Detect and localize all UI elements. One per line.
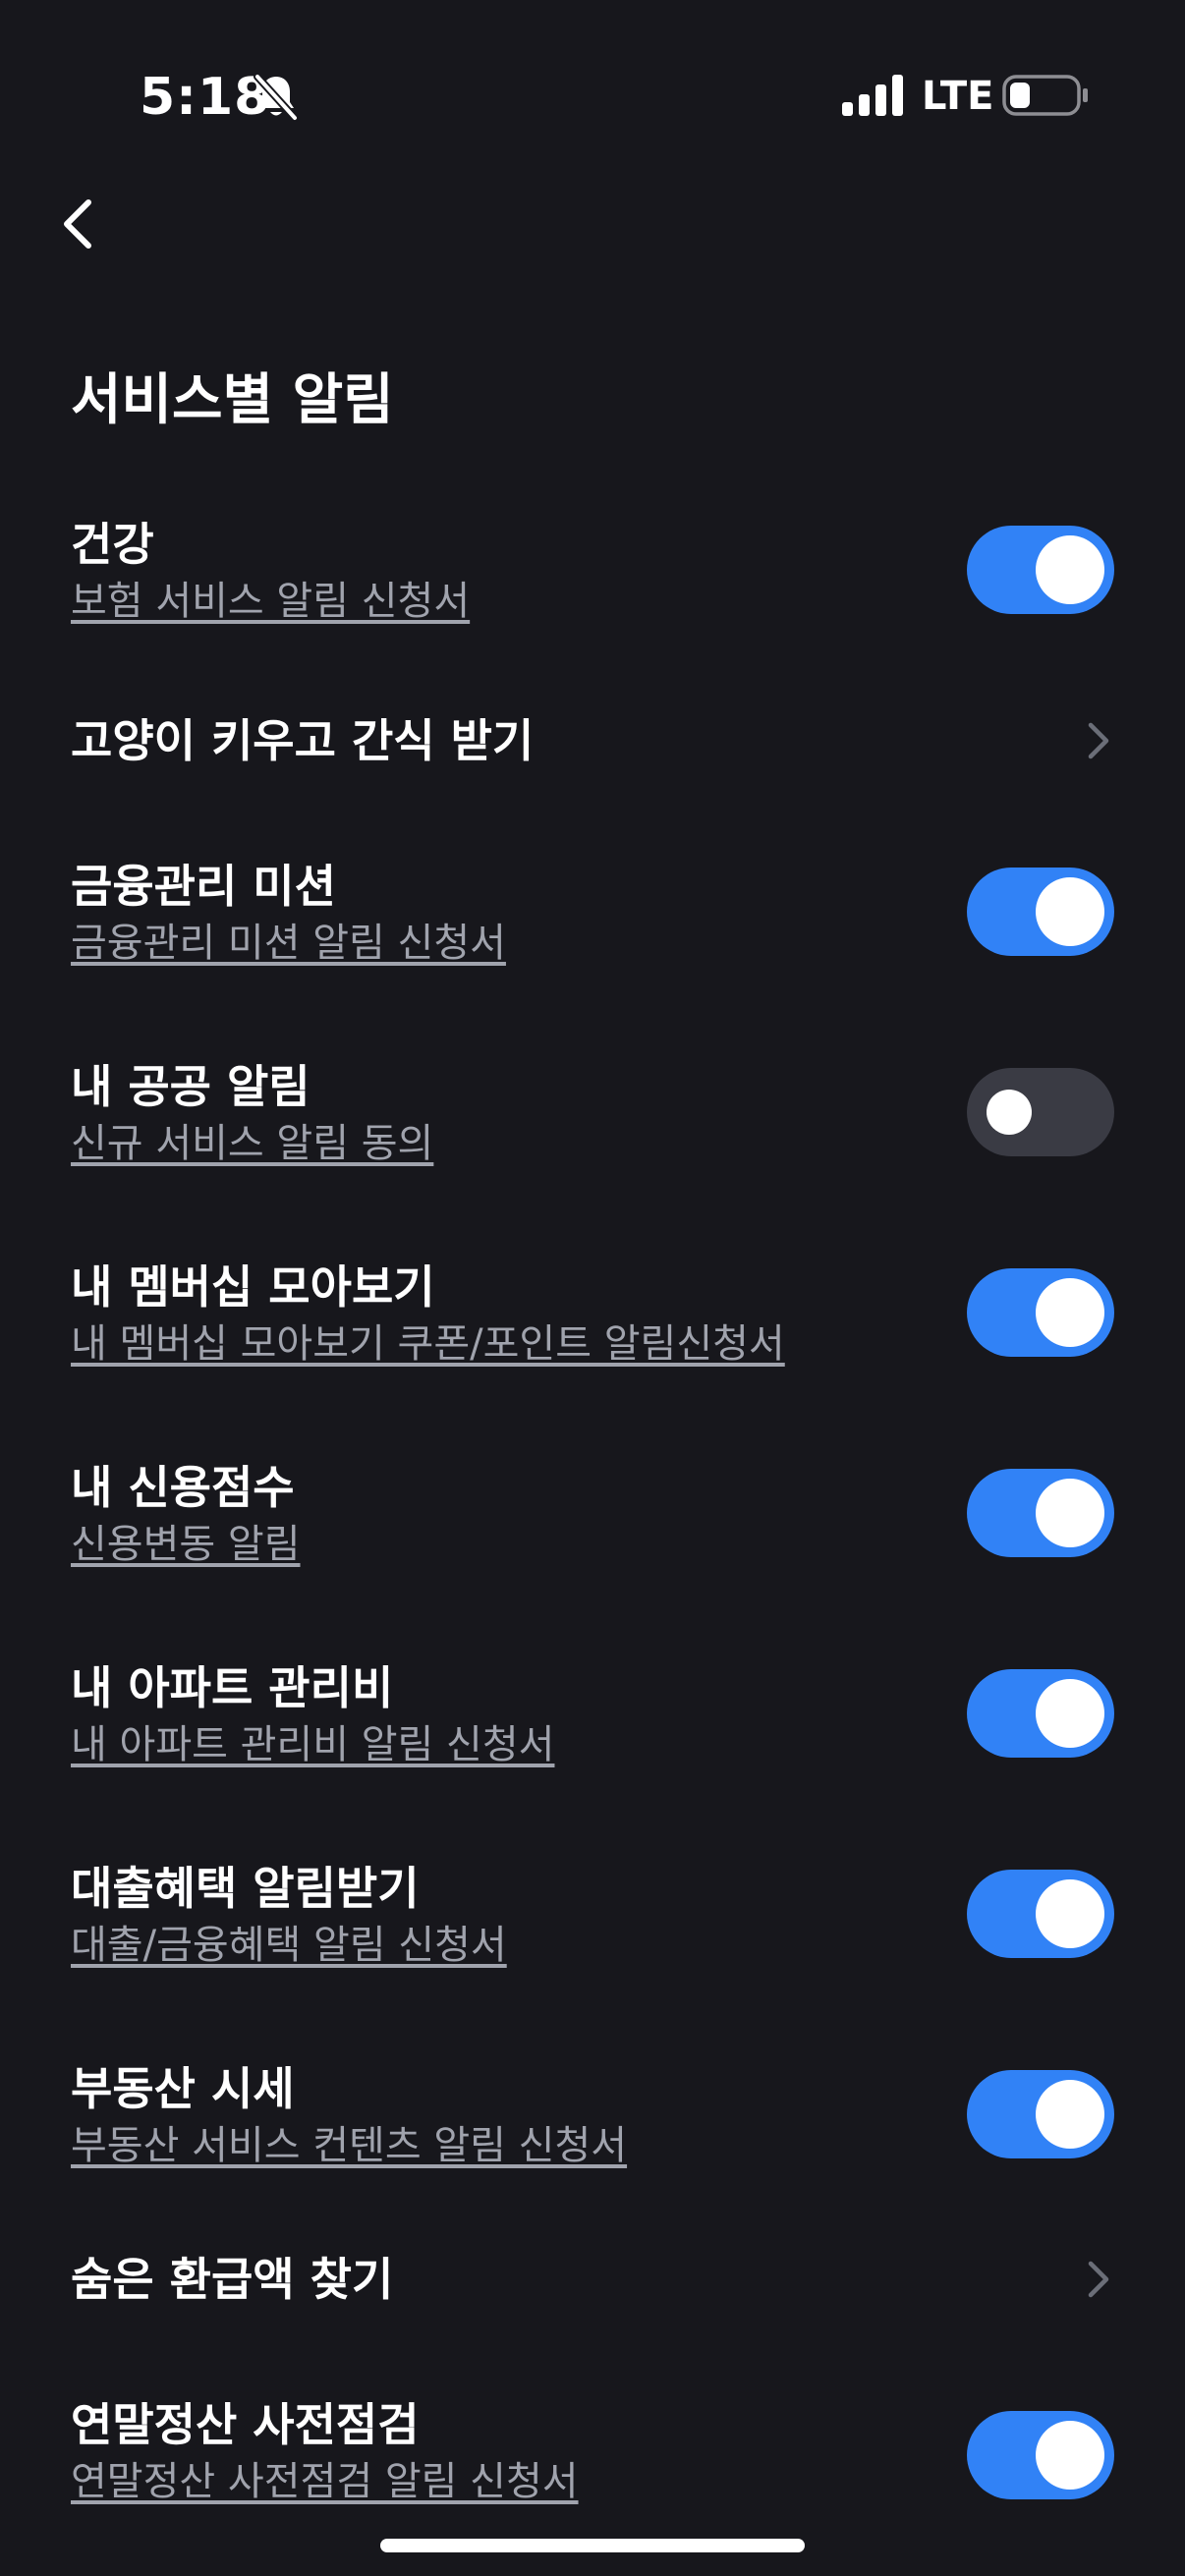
item-title: 내 공공 알림: [71, 1060, 310, 1113]
item-title: 연말정산 사전점검: [71, 2398, 420, 2451]
list-item-credit-score[interactable]: 내 신용점수 신용변동 알림: [0, 1444, 1185, 1592]
item-title: 금융관리 미션: [71, 860, 336, 913]
list-item-year-end-tax[interactable]: 연말정산 사전점검 연말정산 사전점검 알림 신청서: [0, 2381, 1185, 2529]
list-item-real-estate[interactable]: 부동산 시세 부동산 서비스 컨텐츠 알림 신청서: [0, 2045, 1185, 2193]
item-title: 내 아파트 관리비: [71, 1661, 394, 1714]
item-subtitle-link[interactable]: 금융관리 미션 알림 신청서: [71, 916, 506, 971]
item-subtitle-link[interactable]: 신규 서비스 알림 동의: [71, 1116, 433, 1171]
bell-slash-icon: [254, 73, 299, 122]
list-item-membership[interactable]: 내 멤버십 모아보기 내 멤버십 모아보기 쿠폰/포인트 알림신청서: [0, 1244, 1185, 1391]
toggle-switch[interactable]: [967, 1669, 1114, 1758]
item-subtitle-link[interactable]: 연말정산 사전점검 알림 신청서: [71, 2454, 579, 2509]
toggle-switch[interactable]: [967, 1268, 1114, 1357]
signal-icon: [842, 75, 903, 116]
toggle-switch[interactable]: [967, 2070, 1114, 2158]
toggle-switch[interactable]: [967, 1870, 1114, 1958]
home-indicator[interactable]: [380, 2539, 805, 2552]
list-item-loan-benefits[interactable]: 대출혜택 알림받기 대출/금융혜택 알림 신청서: [0, 1845, 1185, 1992]
list-item-apartment-fee[interactable]: 내 아파트 관리비 내 아파트 관리비 알림 신청서: [0, 1645, 1185, 1792]
item-title: 내 신용점수: [71, 1461, 295, 1514]
list-item-finance-mission[interactable]: 금융관리 미션 금융관리 미션 알림 신청서: [0, 843, 1185, 990]
toggle-switch[interactable]: [967, 1469, 1114, 1557]
chevron-right-icon: [1088, 2261, 1109, 2298]
item-title: 부동산 시세: [71, 2062, 295, 2115]
item-title: 고양이 키우고 간식 받기: [71, 714, 535, 767]
status-bar: 5:18 LTE: [0, 0, 1185, 196]
network-type-label: LTE: [922, 74, 994, 119]
list-item-public-alerts[interactable]: 내 공공 알림 신규 서비스 알림 동의: [0, 1043, 1185, 1191]
battery-icon: [1002, 75, 1088, 116]
toggle-switch[interactable]: [967, 2411, 1114, 2499]
list-item-health[interactable]: 건강 보험 서비스 알림 신청서: [0, 501, 1185, 648]
item-title: 건강: [71, 518, 154, 571]
item-title: 대출혜택 알림받기: [71, 1862, 420, 1915]
item-subtitle-link[interactable]: 보험 서비스 알림 신청서: [71, 574, 470, 629]
item-subtitle-link[interactable]: 내 멤버십 모아보기 쿠폰/포인트 알림신청서: [71, 1316, 785, 1372]
item-subtitle-link[interactable]: 신용변동 알림: [71, 1517, 301, 1572]
item-subtitle-link[interactable]: 부동산 서비스 컨텐츠 알림 신청서: [71, 2118, 627, 2173]
item-subtitle-link[interactable]: 대출/금융혜택 알림 신청서: [71, 1918, 507, 1973]
toggle-switch[interactable]: [967, 1068, 1114, 1156]
toggle-switch[interactable]: [967, 868, 1114, 956]
list-item-cat-snack[interactable]: 고양이 키우고 간식 받기: [0, 698, 1185, 796]
toggle-switch[interactable]: [967, 526, 1114, 614]
item-subtitle-link[interactable]: 내 아파트 관리비 알림 신청서: [71, 1717, 554, 1772]
chevron-left-icon: [64, 199, 91, 249]
back-button[interactable]: [45, 189, 116, 259]
status-time: 5:18: [140, 68, 271, 127]
item-title: 내 멤버십 모아보기: [71, 1260, 435, 1314]
page-title: 서비스별 알림: [71, 368, 394, 432]
chevron-right-icon: [1088, 722, 1109, 759]
list-item-hidden-refund[interactable]: 숨은 환급액 찾기: [0, 2236, 1185, 2334]
item-title: 숨은 환급액 찾기: [71, 2253, 394, 2306]
